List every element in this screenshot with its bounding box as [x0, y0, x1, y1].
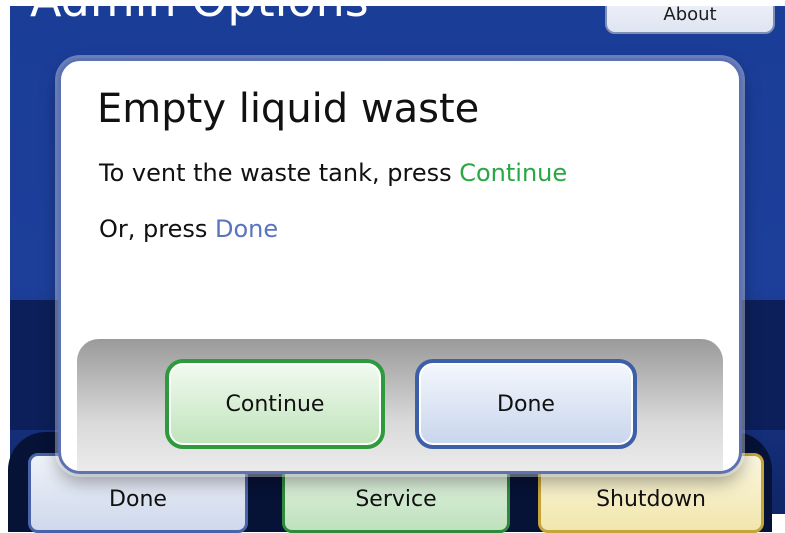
dialog-title: Empty liquid waste [97, 86, 480, 132]
top-white-strip [0, 0, 785, 6]
dialog-instruction-done: Or, press Done [99, 213, 278, 245]
dialog-instruction-continue: To vent the waste tank, press Continue [99, 157, 567, 189]
continue-button[interactable]: Continue [165, 359, 385, 449]
done-highlight: Done [215, 215, 279, 243]
continue-highlight: Continue [459, 159, 568, 187]
empty-liquid-waste-dialog: Empty liquid waste To vent the waste tan… [58, 58, 742, 474]
done-button[interactable]: Done [415, 359, 637, 449]
instruction-text: To vent the waste tank, press [99, 159, 460, 187]
instruction-text: Or, press [99, 215, 215, 243]
